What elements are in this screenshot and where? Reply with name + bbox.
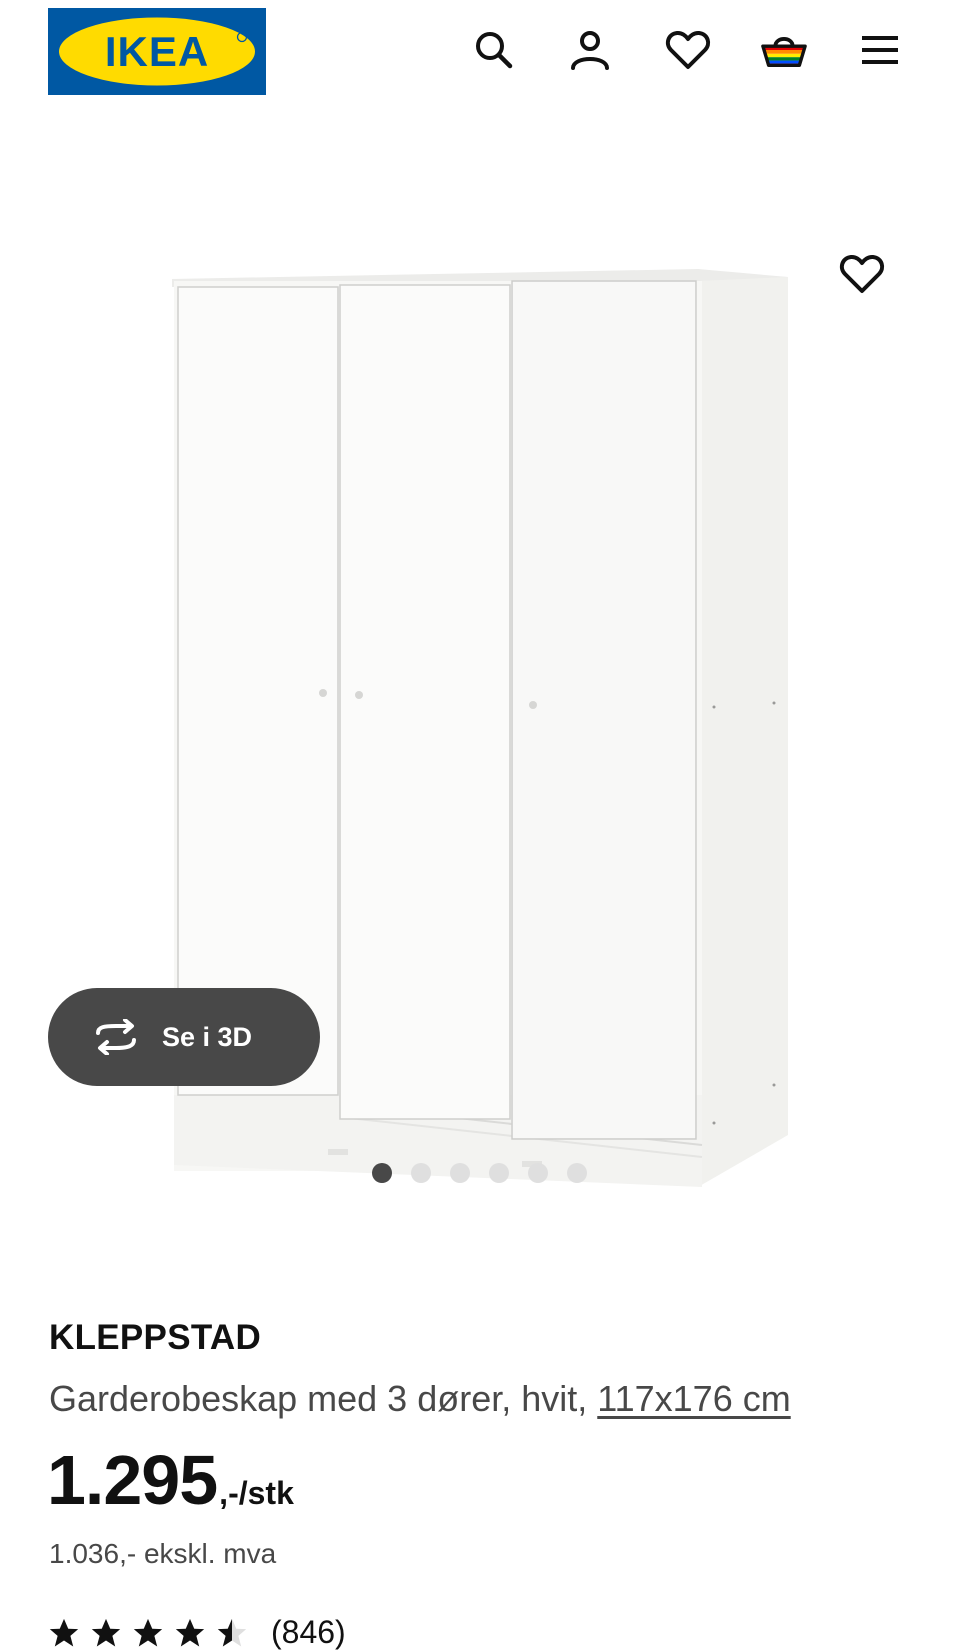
- star-icon: [175, 1618, 205, 1646]
- wardrobe-product-image[interactable]: [160, 190, 800, 1270]
- account-icon[interactable]: [566, 26, 614, 74]
- star-icon: [91, 1618, 121, 1646]
- product-price: 1.295 ,-/stk: [47, 1440, 294, 1520]
- product-description: Garderobeskap med 3 dører, hvit, 117x176…: [49, 1378, 791, 1420]
- product-rating[interactable]: (846): [47, 1614, 346, 1651]
- price-suffix: ,-/stk: [219, 1475, 294, 1511]
- search-icon[interactable]: [470, 26, 518, 74]
- menu-hamburger-icon[interactable]: [856, 26, 904, 74]
- add-to-favorites-heart-icon[interactable]: [836, 248, 888, 300]
- carousel-dot[interactable]: [411, 1163, 431, 1183]
- carousel-dot[interactable]: [567, 1163, 587, 1183]
- half-star-icon: [217, 1618, 247, 1646]
- carousel-dot[interactable]: [489, 1163, 509, 1183]
- carousel-dot[interactable]: [450, 1163, 470, 1183]
- price-integer: 1.295: [47, 1441, 218, 1519]
- carousel-dot[interactable]: [372, 1163, 392, 1183]
- page-header: IKEA: [0, 0, 960, 110]
- star-icon: [49, 1618, 79, 1646]
- product-measurement-link[interactable]: 117x176 cm: [597, 1378, 790, 1419]
- rating-count: (846): [271, 1614, 346, 1650]
- rating-stars: [47, 1616, 249, 1650]
- rotate-3d-icon: [90, 1017, 142, 1057]
- image-carousel-indicators: [372, 1163, 587, 1185]
- star-icon: [133, 1618, 163, 1646]
- product-description-text: Garderobeskap med 3 dører, hvit,: [49, 1378, 598, 1419]
- shopping-basket-icon[interactable]: [760, 26, 808, 74]
- carousel-dot[interactable]: [528, 1163, 548, 1183]
- favorites-heart-icon[interactable]: [664, 26, 712, 74]
- view-in-3d-button[interactable]: Se i 3D: [48, 988, 320, 1086]
- price-excl-vat: 1.036,- ekskl. mva: [49, 1538, 277, 1569]
- svg-text:IKEA: IKEA: [105, 28, 209, 75]
- view-in-3d-label: Se i 3D: [162, 1021, 253, 1052]
- ikea-logo[interactable]: IKEA: [48, 8, 266, 95]
- product-name: KLEPPSTAD: [49, 1318, 262, 1357]
